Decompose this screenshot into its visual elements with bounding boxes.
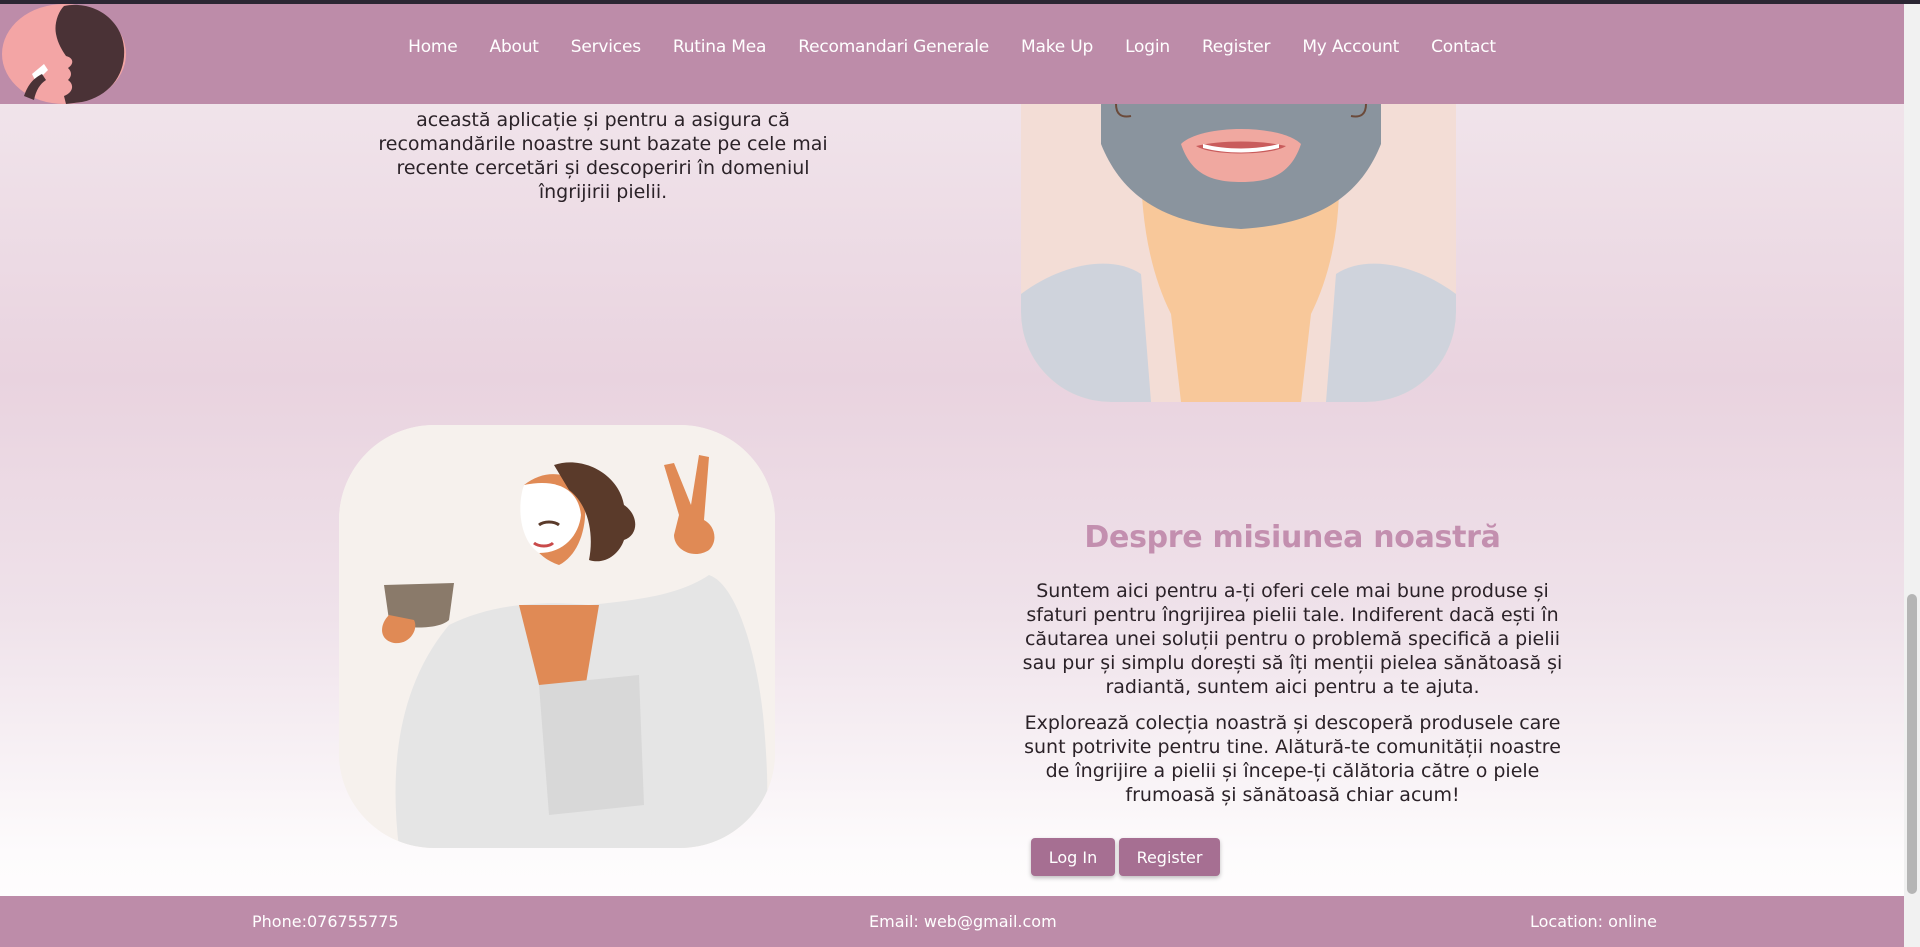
nav-make-up[interactable]: Make Up [1005,37,1109,57]
woman-face-mask-coffee-icon [339,425,775,848]
nav-about[interactable]: About [474,37,555,57]
mission-paragraph-2: Explorează colecția noastră și descoperă… [1024,712,1561,806]
mission-section: Despre misiunea noastră Suntem aici pent… [1020,520,1565,819]
nav-register[interactable]: Register [1186,37,1286,57]
login-button[interactable]: Log In [1031,838,1115,876]
navbar: Home About Services Rutina Mea Recomanda… [0,4,1904,105]
footer-email[interactable]: Email: web@gmail.com [869,912,1057,931]
footer: Phone:076755775 Email: web@gmail.com Loc… [0,896,1904,947]
face-mask-illustration [1021,104,1456,402]
mission-title: Despre misiunea noastră [1084,520,1501,555]
register-button[interactable]: Register [1119,838,1220,876]
mission-paragraph-1: Suntem aici pentru a-ți oferi cele mai b… [1022,580,1563,698]
main-nav: Home About Services Rutina Mea Recomanda… [0,4,1904,90]
woman-with-coffee-illustration [339,425,775,848]
woman-clay-mask-icon [1021,104,1456,402]
footer-location: Location: online [1530,912,1657,931]
nav-contact[interactable]: Contact [1415,37,1512,57]
scrollbar-thumb[interactable] [1907,594,1917,894]
nav-recomandari-generale[interactable]: Recomandari Generale [782,37,1005,57]
nav-home[interactable]: Home [392,37,473,57]
nav-services[interactable]: Services [555,37,657,57]
nav-login[interactable]: Login [1109,37,1186,57]
nav-rutina-mea[interactable]: Rutina Mea [657,37,782,57]
nav-my-account[interactable]: My Account [1286,37,1415,57]
intro-paragraph: această aplicație și pentru a asigura că… [378,109,828,203]
footer-phone: Phone:076755775 [252,912,399,931]
page-scrollbar[interactable] [1904,4,1920,947]
auth-buttons: Log In Register [1031,838,1220,876]
